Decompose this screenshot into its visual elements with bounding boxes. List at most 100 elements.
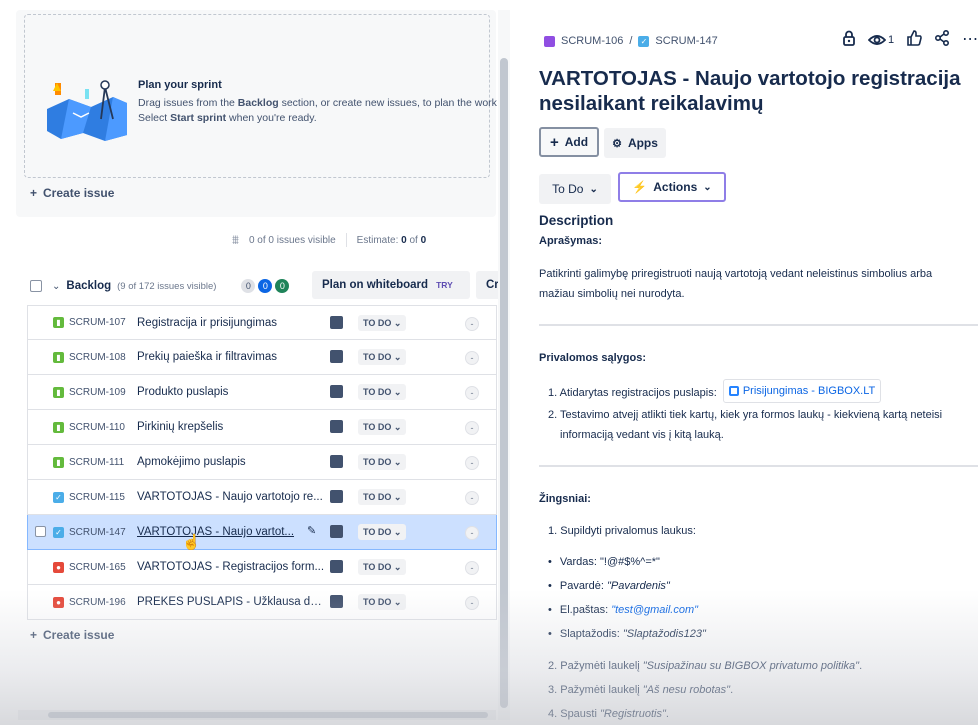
- row-checkbox[interactable]: [35, 526, 46, 537]
- sprint-drop-zone[interactable]: Plan your sprint Drag issues from the Ba…: [24, 14, 508, 178]
- issue-key[interactable]: SCRUM-147: [69, 527, 137, 538]
- issue-summary[interactable]: VARTOTOJAS - Registracijos form...: [137, 561, 325, 573]
- table-row[interactable]: ▮ SCRUM-108 Prekių paieška ir filtravimas T…: [27, 340, 497, 375]
- estimate-badge[interactable]: -: [465, 491, 479, 505]
- chevron-down-icon: ⌄: [589, 183, 598, 195]
- status-dropdown[interactable]: TO DO ⌄: [358, 594, 407, 610]
- watch-button[interactable]: 1: [868, 33, 894, 47]
- scrollbar-thumb[interactable]: [500, 58, 508, 708]
- issue-summary[interactable]: Prekių paieška ir filtravimas: [137, 351, 325, 363]
- hand-cursor-icon: ☝: [182, 534, 201, 551]
- plan-sprint-title: Plan your sprint: [138, 79, 222, 91]
- todo-count-badge: 0: [241, 279, 256, 293]
- status-dropdown[interactable]: TO DO ⌄: [358, 454, 407, 470]
- estimate-badge[interactable]: -: [465, 526, 479, 540]
- status-dropdown[interactable]: TO DO ⌄: [358, 349, 407, 365]
- status-dropdown[interactable]: TO DO ⌄: [358, 489, 407, 505]
- table-row[interactable]: ● SCRUM-196 PREKĖS PUSLAPIS - Užklausa dėl…: [27, 585, 497, 620]
- plan-on-whiteboard-button[interactable]: Plan on whiteboard TRY: [312, 271, 470, 299]
- estimate-badge[interactable]: -: [465, 317, 479, 331]
- issue-summary[interactable]: Registracija ir prisijungimas: [137, 317, 325, 329]
- estimate-badge[interactable]: -: [465, 386, 479, 400]
- issue-summary[interactable]: VARTOTOJAS - Naujo vartot...: [137, 526, 325, 538]
- epic-icon: [330, 316, 343, 329]
- status-label: TO DO: [363, 318, 392, 328]
- breadcrumb: SCRUM-106 / ✓ SCRUM-147: [544, 35, 718, 47]
- scrollbar-thumb[interactable]: [48, 712, 488, 718]
- step-end: .: [665, 708, 669, 720]
- epic-icon: [330, 560, 343, 573]
- divider: [539, 324, 978, 326]
- issue-summary[interactable]: Produkto puslapis: [137, 386, 325, 398]
- status-dropdown[interactable]: TO DO ⌄: [358, 524, 407, 540]
- issue-key-link[interactable]: SCRUM-147: [655, 35, 717, 47]
- status-label: TO DO: [363, 457, 392, 467]
- table-row[interactable]: ▮ SCRUM-109 Produkto puslapis TO DO ⌄ -: [27, 375, 497, 410]
- vertical-scrollbar[interactable]: [498, 10, 510, 720]
- chevron-down-icon: ⌄: [393, 352, 402, 362]
- chevron-down-icon: ⌄: [393, 492, 402, 502]
- estimate-badge[interactable]: -: [465, 421, 479, 435]
- table-row[interactable]: ▮ SCRUM-111 Apmokėjimo puslapis TO DO ⌄ -: [27, 445, 497, 480]
- table-row[interactable]: ✓ SCRUM-115 VARTOTOJAS - Naujo vartotojo r…: [27, 480, 497, 515]
- status-dropdown[interactable]: To Do ⌄: [539, 174, 611, 204]
- more-icon[interactable]: ⋯: [962, 32, 978, 48]
- backlog-select-checkbox[interactable]: [30, 280, 42, 292]
- issue-key[interactable]: SCRUM-108: [69, 352, 137, 363]
- edit-pencil-icon[interactable]: ✎: [307, 524, 316, 537]
- status-dropdown[interactable]: TO DO ⌄: [358, 384, 407, 400]
- plan-sprint-text: Drag issues from the Backlog section, or…: [138, 96, 508, 126]
- task-icon: ✓: [53, 526, 64, 538]
- add-button[interactable]: + Add: [539, 127, 599, 157]
- status-label: TO DO: [363, 352, 392, 362]
- step-end: .: [859, 660, 863, 672]
- issue-summary[interactable]: PREKĖS PUSLAPIS - Užklausa dėl ...: [137, 596, 325, 608]
- status-dropdown[interactable]: TO DO ⌄: [358, 419, 407, 435]
- horizontal-scrollbar[interactable]: [18, 710, 496, 720]
- chevron-down-icon[interactable]: ⌄: [52, 281, 60, 292]
- table-row[interactable]: ▮ SCRUM-107 Registracija ir prisijungimas T…: [27, 305, 497, 340]
- issue-summary[interactable]: VARTOTOJAS - Naujo vartotojo re...: [137, 491, 325, 503]
- try-badge: TRY: [436, 280, 453, 290]
- estimate-badge[interactable]: -: [465, 596, 479, 610]
- table-row[interactable]: ✓ SCRUM-147 VARTOTOJAS - Naujo vartot... ✎ T…: [27, 515, 497, 551]
- estimate-badge[interactable]: -: [465, 456, 479, 470]
- issue-key[interactable]: SCRUM-115: [69, 492, 137, 503]
- estimate-of: of: [409, 234, 418, 246]
- thumbs-up-icon[interactable]: [906, 30, 922, 50]
- status-label: TO DO: [363, 492, 392, 502]
- field-label: Vardas:: [559, 556, 601, 568]
- issue-summary[interactable]: Pirkinių krepšelis: [137, 421, 325, 433]
- estimate-badge[interactable]: -: [465, 351, 479, 365]
- apps-button[interactable]: ⚙ Apps: [604, 128, 666, 158]
- issue-key[interactable]: SCRUM-196: [69, 597, 137, 608]
- share-icon[interactable]: [934, 29, 950, 50]
- status-dropdown[interactable]: TO DO ⌄: [358, 559, 407, 575]
- lock-icon[interactable]: [842, 30, 856, 50]
- actions-label: Actions: [653, 180, 698, 194]
- registration-link[interactable]: Prisijungimas - BIGBOX.LT: [722, 379, 882, 403]
- actions-dropdown[interactable]: ⚡ Actions ⌄: [618, 172, 726, 202]
- estimate-badge[interactable]: -: [465, 561, 479, 575]
- create-issue-sprint-button[interactable]: + Create issue: [30, 186, 114, 200]
- table-row[interactable]: ▮ SCRUM-110 Pirkinių krepšelis TO DO ⌄ -: [27, 410, 497, 445]
- step-quote: "Aš nesu robotas": [642, 684, 731, 696]
- issue-key[interactable]: SCRUM-109: [69, 387, 137, 398]
- table-row[interactable]: ● SCRUM-165 VARTOTOJAS - Registracijos for…: [27, 550, 497, 585]
- backlog-title[interactable]: Backlog: [66, 280, 111, 292]
- email-link[interactable]: "test@gmail.com": [611, 604, 698, 616]
- eye-icon: [868, 35, 886, 45]
- create-issue-backlog-button[interactable]: + Create issue: [30, 628, 114, 642]
- status-dropdown[interactable]: TO DO ⌄: [358, 315, 407, 331]
- plan-text-start-sprint: Start sprint: [170, 112, 227, 124]
- issue-key[interactable]: SCRUM-165: [69, 562, 137, 573]
- issue-key[interactable]: SCRUM-110: [69, 422, 137, 433]
- issue-title[interactable]: VARTOTOJAS - Naujo vartotojo registracij…: [539, 66, 969, 116]
- issue-key[interactable]: SCRUM-111: [69, 457, 137, 468]
- story-icon: ▮: [53, 351, 64, 363]
- backlog-panel: Plan your sprint Drag issues from the Ba…: [0, 0, 512, 725]
- parent-issue-link[interactable]: SCRUM-106: [561, 35, 623, 47]
- issue-summary[interactable]: Apmokėjimo puslapis: [137, 456, 325, 468]
- plus-icon: +: [549, 133, 559, 151]
- issue-key[interactable]: SCRUM-107: [69, 317, 137, 328]
